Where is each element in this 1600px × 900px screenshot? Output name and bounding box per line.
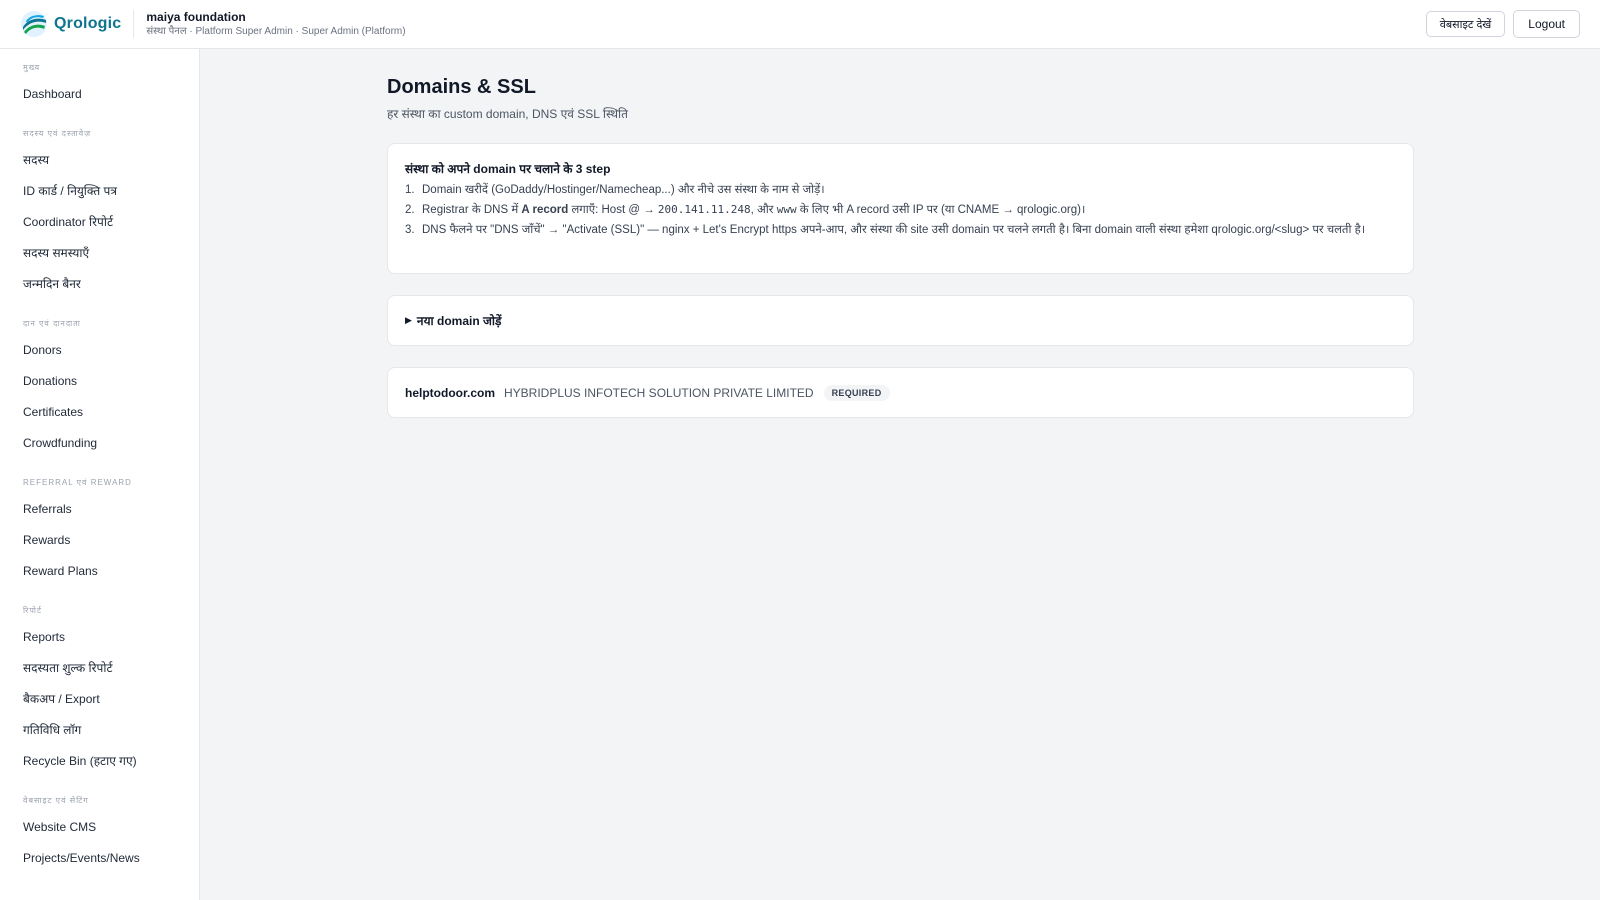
sidebar-group: वेबसाइट एवं सेटिंग Website CMS Projects/Ev… xyxy=(0,777,199,874)
qrologic-logo-icon xyxy=(21,11,47,37)
sidebar-section-heading: दान एवं दानदाता xyxy=(23,319,81,328)
setup-steps-card: संस्था को अपने domain पर चलाने के 3 step… xyxy=(387,143,1414,274)
sidebar-item[interactable]: सदस्यता शुल्क रिपोर्ट xyxy=(0,653,199,684)
step-item: 2. Registrar के DNS में A record लगाएँ: … xyxy=(405,202,1396,218)
sidebar-item[interactable]: सदस्य समस्याएँ xyxy=(0,238,199,269)
domain-org: HYBRIDPLUS INFOTECH SOLUTION PRIVATE LIM… xyxy=(504,385,814,400)
sidebar-groups: मुख्य Dashboard सदस्य एवं दस्तावेज़ सदस्य ID… xyxy=(0,49,199,874)
sidebar-item[interactable]: ID कार्ड / नियुक्ति पत्र xyxy=(0,176,199,207)
org-subtitle: संस्था पैनल · Platform Super Admin · Sup… xyxy=(146,26,406,37)
step-text-part: , और xyxy=(750,204,777,216)
page-title: Domains & SSL xyxy=(387,76,536,98)
brand[interactable]: Qrologic xyxy=(20,10,121,38)
sidebar-section-heading: मुख्य xyxy=(23,63,41,72)
steps-list: 1. Domain खरीदें (GoDaddy/Hostinger/Name… xyxy=(405,182,1396,238)
sidebar-item[interactable]: बैकअप / Export xyxy=(0,684,199,715)
top-bar: Qrologic maiya foundation संस्था पैनल · … xyxy=(0,0,1600,49)
add-domain-toggle[interactable]: ▶ नया domain जोड़ें xyxy=(387,295,1414,346)
arrow-glyph: → xyxy=(640,204,658,216)
step-text: Registrar के DNS में A record लगाएँ: Hos… xyxy=(422,202,1396,218)
a-record-label: A record xyxy=(521,204,569,216)
sidebar: मुख्य Dashboard सदस्य एवं दस्तावेज़ सदस्य ID… xyxy=(0,49,200,900)
www-label: www xyxy=(776,203,797,216)
step-text: Domain खरीदें (GoDaddy/Hostinger/Nameche… xyxy=(422,184,825,196)
domain-row[interactable]: helptodoor.com HYBRIDPLUS INFOTECH SOLUT… xyxy=(387,367,1414,418)
org-name: maiya foundation xyxy=(146,10,246,24)
sidebar-item[interactable]: Coordinator रिपोर्ट xyxy=(0,207,199,238)
sidebar-group: मुख्य Dashboard xyxy=(0,49,199,110)
sidebar-item[interactable]: Reward Plans xyxy=(0,556,199,587)
expand-triangle-icon: ▶ xyxy=(405,315,412,325)
header-divider xyxy=(133,10,135,38)
domain-name: helptodoor.com xyxy=(405,385,495,400)
add-domain-label: नया domain जोड़ें xyxy=(416,314,502,328)
org-info: maiya foundation संस्था पैनल · Platform … xyxy=(146,9,405,39)
sidebar-item[interactable]: Donations xyxy=(0,366,199,397)
sidebar-item[interactable]: Recycle Bin (हटाए गए) xyxy=(0,746,199,777)
sidebar-item[interactable]: Donors xyxy=(0,335,199,366)
sidebar-item[interactable]: Dashboard xyxy=(0,79,199,110)
main-content: Domains & SSL हर संस्था का custom domain… xyxy=(200,49,1600,900)
sidebar-item[interactable]: Reports xyxy=(0,622,199,653)
sidebar-item[interactable]: Rewards xyxy=(0,525,199,556)
sidebar-section-heading: Referral एवं Reward xyxy=(23,478,132,487)
step-text: DNS फैलने पर "DNS जाँचें" → "Activate (S… xyxy=(422,224,1366,236)
step-text-part: के लिए भी A record उसी IP पर (या CNAME →… xyxy=(796,204,1086,216)
sidebar-item[interactable]: Website CMS xyxy=(0,812,199,843)
view-website-button[interactable]: वेबसाइट देखें xyxy=(1425,11,1506,37)
sidebar-section-heading: वेबसाइट एवं सेटिंग xyxy=(23,796,89,805)
page-subtitle: हर संस्था का custom domain, DNS एवं SSL … xyxy=(387,107,628,121)
sidebar-section-heading: रिपोर्ट xyxy=(23,606,42,615)
ip-address: 200.141.11.248 xyxy=(657,203,751,216)
sidebar-section-heading: सदस्य एवं दस्तावेज़ xyxy=(23,129,92,138)
header-actions: वेबसाइट देखें Logout xyxy=(1425,10,1580,38)
step-number: 1. xyxy=(405,184,415,196)
step-text-part: Registrar के DNS में xyxy=(422,204,522,216)
sidebar-item[interactable]: सदस्य xyxy=(0,145,199,176)
sidebar-item[interactable]: गतिविधि लॉग xyxy=(0,715,199,746)
sidebar-item[interactable]: Crowdfunding xyxy=(0,428,199,459)
brand-name: Qrologic xyxy=(54,15,122,32)
step-text-part: लगाएँ: Host xyxy=(568,204,629,216)
steps-title: संस्था को अपने domain पर चलाने के 3 step xyxy=(405,162,611,176)
sidebar-item[interactable]: जन्मदिन बैनर xyxy=(0,269,199,300)
sidebar-group: सदस्य एवं दस्तावेज़ सदस्य ID कार्ड / नियुक… xyxy=(0,110,199,300)
sidebar-group: रिपोर्ट Reports सदस्यता शुल्क रिपोर्ट बैकअप… xyxy=(0,587,199,777)
sidebar-group: दान एवं दानदाता Donors Donations Certificat… xyxy=(0,300,199,459)
step-number: 3. xyxy=(405,224,415,236)
sidebar-group: Referral एवं Reward Referrals Rewards Rewar… xyxy=(0,459,199,587)
step-item: 1. Domain खरीदें (GoDaddy/Hostinger/Name… xyxy=(405,182,1396,198)
step-number: 2. xyxy=(405,204,415,216)
status-badge: REQUIRED xyxy=(823,384,890,401)
sidebar-item[interactable]: Referrals xyxy=(0,494,199,525)
sidebar-item[interactable]: Certificates xyxy=(0,397,199,428)
host-value: @ xyxy=(628,204,641,216)
logout-button[interactable]: Logout xyxy=(1513,10,1580,38)
sidebar-item[interactable]: Projects/Events/News xyxy=(0,843,199,874)
step-item: 3. DNS फैलने पर "DNS जाँचें" → "Activate… xyxy=(405,222,1396,238)
